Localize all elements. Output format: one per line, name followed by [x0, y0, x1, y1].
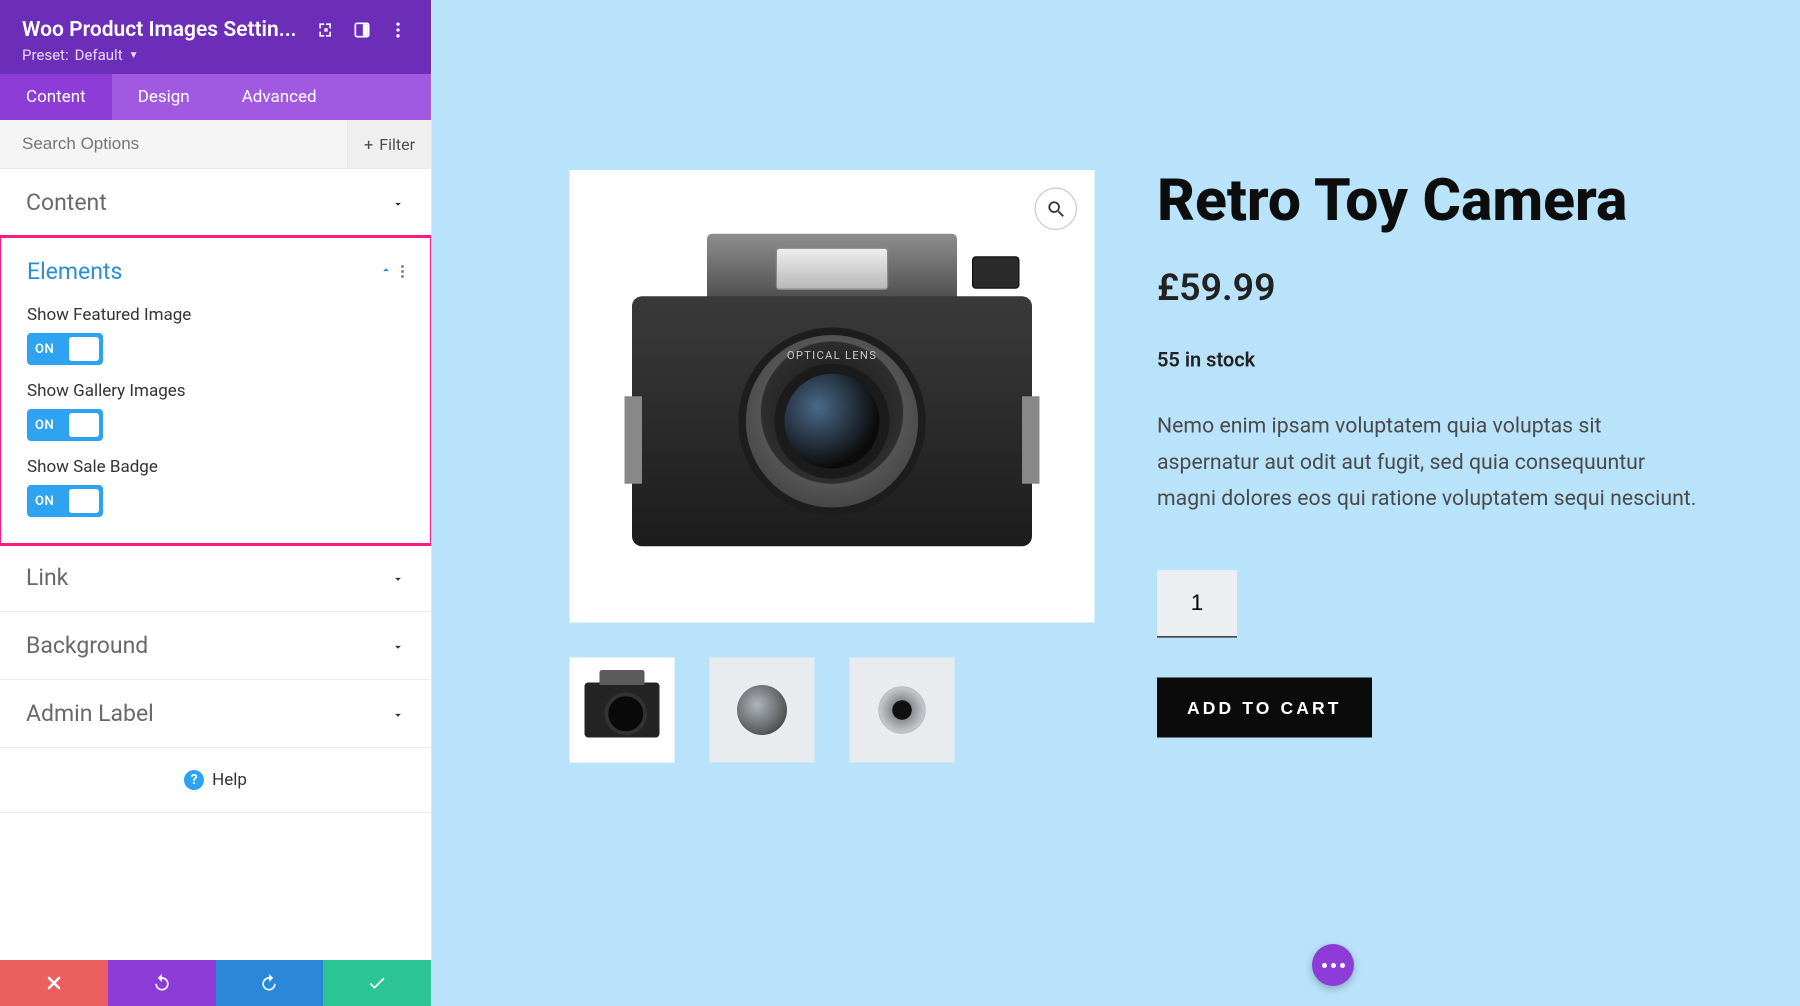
more-icon[interactable] — [387, 19, 409, 41]
redo-button[interactable] — [216, 960, 324, 1006]
search-row: + Filter — [0, 120, 431, 169]
chevron-down-icon — [391, 707, 405, 721]
label-show-featured-image: Show Featured Image — [27, 305, 404, 325]
sidebar-header: Woo Product Images Settin... Preset: Def… — [0, 0, 431, 74]
chevron-down-icon — [391, 196, 405, 210]
floating-action-button[interactable] — [1312, 944, 1354, 986]
preview-canvas: OPTICAL LENS Retro Toy Camera £59.99 55 … — [432, 0, 1800, 1006]
section-content-title: Content — [26, 189, 107, 216]
field-show-sale-badge: Show Sale Badge ON — [27, 457, 404, 517]
section-elements: Elements Show Featured Image ON Show Gal… — [0, 235, 431, 546]
settings-sidebar: Woo Product Images Settin... Preset: Def… — [0, 0, 432, 1006]
thumbnail-2[interactable] — [710, 658, 815, 763]
preset-value: Default — [75, 46, 123, 64]
product-info: Retro Toy Camera £59.99 55 in stock Nemo… — [1157, 170, 1707, 763]
section-content: Content — [0, 169, 431, 237]
section-options-icon[interactable] — [401, 265, 404, 278]
section-admin-label: Admin Label — [0, 680, 431, 748]
product-layout: OPTICAL LENS Retro Toy Camera £59.99 55 … — [570, 170, 1800, 763]
toggle-show-sale-badge[interactable]: ON — [27, 485, 103, 517]
module-title: Woo Product Images Settin... — [22, 18, 301, 42]
toggle-state: ON — [35, 342, 54, 357]
featured-image: OPTICAL LENS — [570, 170, 1095, 623]
thumbnail-1[interactable] — [570, 658, 675, 763]
product-title: Retro Toy Camera — [1157, 170, 1707, 232]
toggle-state: ON — [35, 494, 54, 509]
filter-label: Filter — [379, 135, 415, 154]
section-admin-label-title: Admin Label — [26, 700, 154, 727]
section-link-title: Link — [26, 564, 68, 591]
tab-content[interactable]: Content — [0, 74, 112, 120]
section-link: Link — [0, 544, 431, 612]
help-link[interactable]: ? Help — [0, 748, 431, 813]
chevron-down-icon — [391, 571, 405, 585]
section-content-head[interactable]: Content — [0, 169, 431, 236]
toggle-show-featured-image[interactable]: ON — [27, 333, 103, 365]
thumbnail-strip — [570, 658, 1095, 763]
camera-illustration: OPTICAL LENS — [632, 234, 1032, 559]
product-price: £59.99 — [1157, 267, 1707, 311]
chevron-down-icon — [391, 639, 405, 653]
lens-text: OPTICAL LENS — [746, 350, 919, 363]
save-button[interactable] — [323, 960, 431, 1006]
zoom-button[interactable] — [1035, 188, 1078, 231]
help-label: Help — [212, 770, 247, 790]
toggle-show-gallery-images[interactable]: ON — [27, 409, 103, 441]
product-gallery: OPTICAL LENS — [570, 170, 1095, 763]
search-icon — [1045, 198, 1066, 219]
product-description: Nemo enim ipsam voluptatem quia voluptas… — [1157, 409, 1707, 517]
preset-prefix: Preset: — [22, 46, 69, 64]
snap-icon[interactable] — [351, 19, 373, 41]
label-show-gallery-images: Show Gallery Images — [27, 381, 404, 401]
stock-status: 55 in stock — [1157, 348, 1707, 372]
field-show-featured-image: Show Featured Image ON — [27, 305, 404, 365]
settings-tabs: Content Design Advanced — [0, 74, 431, 120]
footer-actions — [0, 960, 431, 1006]
section-admin-label-head[interactable]: Admin Label — [0, 680, 431, 747]
quantity-input[interactable] — [1157, 570, 1237, 638]
elements-body: Show Featured Image ON Show Gallery Imag… — [1, 305, 430, 543]
tab-design[interactable]: Design — [112, 74, 216, 120]
add-to-cart-button[interactable]: ADD TO CART — [1157, 678, 1372, 738]
sections-container: Content Elements Show Featured Image ON — [0, 169, 431, 960]
preset-selector[interactable]: Preset: Default ▼ — [22, 46, 409, 64]
section-background-head[interactable]: Background — [0, 612, 431, 679]
search-input[interactable] — [0, 120, 347, 168]
section-elements-title: Elements — [27, 258, 122, 285]
plus-icon: + — [364, 135, 373, 154]
label-show-sale-badge: Show Sale Badge — [27, 457, 404, 477]
discard-button[interactable] — [0, 960, 108, 1006]
chevron-down-icon: ▼ — [129, 50, 139, 61]
undo-button[interactable] — [108, 960, 216, 1006]
section-background: Background — [0, 612, 431, 680]
tab-advanced[interactable]: Advanced — [216, 74, 343, 120]
section-link-head[interactable]: Link — [0, 544, 431, 611]
expand-icon[interactable] — [315, 19, 337, 41]
help-icon: ? — [184, 770, 204, 790]
toggle-state: ON — [35, 418, 54, 433]
section-elements-head[interactable]: Elements — [1, 238, 430, 305]
field-show-gallery-images: Show Gallery Images ON — [27, 381, 404, 441]
section-background-title: Background — [26, 632, 148, 659]
toggle-knob — [69, 413, 99, 437]
toggle-knob — [69, 337, 99, 361]
toggle-knob — [69, 489, 99, 513]
filter-button[interactable]: + Filter — [347, 120, 431, 168]
chevron-up-icon — [379, 262, 393, 281]
thumbnail-3[interactable] — [850, 658, 955, 763]
